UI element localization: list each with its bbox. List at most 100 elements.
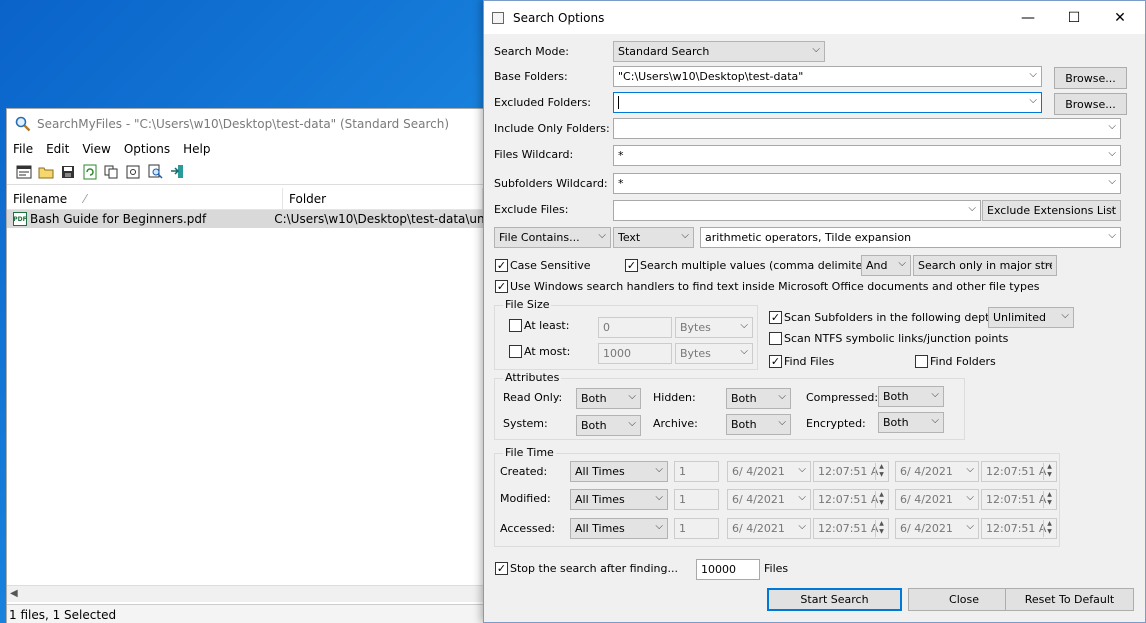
at-most-checkbox[interactable]: At most: bbox=[509, 345, 570, 358]
chevron-down-icon: ⌵ bbox=[798, 492, 806, 503]
chevron-down-icon: ⌵ bbox=[812, 44, 820, 55]
windows-handlers-checkbox[interactable]: ✓ Use Windows search handlers to find tex… bbox=[495, 280, 1040, 293]
properties-icon[interactable] bbox=[125, 164, 142, 180]
save-icon[interactable] bbox=[59, 164, 76, 180]
reset-default-button[interactable]: Reset To Default bbox=[1005, 588, 1134, 611]
at-least-checkbox[interactable]: At least: bbox=[509, 319, 569, 332]
accessed-date2-picker[interactable]: 6/ 4/2021 ⌵ bbox=[895, 518, 979, 539]
start-search-button[interactable]: Start Search bbox=[767, 588, 902, 611]
created-date1-picker[interactable]: 6/ 4/2021 ⌵ bbox=[727, 461, 811, 482]
encrypted-select[interactable]: Both ⌵ bbox=[878, 412, 944, 433]
modified-date1-picker[interactable]: 6/ 4/2021 ⌵ bbox=[727, 489, 811, 510]
chevron-down-icon: ⌵ bbox=[898, 258, 906, 269]
modified-time1-input[interactable]: 12:07:51 A ▲ ▼ bbox=[813, 489, 889, 510]
list-header: Filename ⁄ Folder bbox=[7, 188, 483, 210]
system-select[interactable]: Both ⌵ bbox=[576, 415, 641, 436]
close-button[interactable]: Close bbox=[908, 588, 1020, 611]
menu-options[interactable]: Options bbox=[124, 142, 170, 156]
created-mode-select[interactable]: All Times ⌵ bbox=[570, 461, 668, 482]
find-icon[interactable] bbox=[147, 164, 164, 180]
minimize-icon[interactable]: — bbox=[1005, 1, 1051, 34]
created-time2-input[interactable]: 12:07:51 A ▲ ▼ bbox=[981, 461, 1057, 482]
files-unit-label: Files bbox=[764, 562, 789, 575]
find-folders-checkbox[interactable]: Find Folders bbox=[915, 355, 996, 368]
read-only-select[interactable]: Both ⌵ bbox=[576, 388, 641, 409]
chevron-down-icon: ⌵ bbox=[598, 230, 606, 241]
column-folder[interactable]: Folder bbox=[283, 188, 483, 209]
hidden-select[interactable]: Both ⌵ bbox=[726, 388, 791, 409]
browse-excluded-button[interactable]: Browse... bbox=[1054, 93, 1127, 115]
at-most-input[interactable]: 1000 bbox=[598, 343, 672, 364]
column-filename[interactable]: Filename ⁄ bbox=[7, 188, 283, 209]
depth-select[interactable]: Unlimited ⌵ bbox=[988, 307, 1074, 328]
archive-select[interactable]: Both ⌵ bbox=[726, 414, 791, 435]
case-sensitive-checkbox[interactable]: ✓ Case Sensitive bbox=[495, 259, 591, 272]
contains-text-input[interactable]: arithmetic operators, Tilde expansion ⌵ bbox=[700, 227, 1121, 248]
stop-after-input[interactable]: 10000 bbox=[696, 559, 760, 580]
chevron-down-icon: ⌵ bbox=[740, 320, 748, 331]
scan-subfolders-checkbox[interactable]: ✓ Scan Subfolders in the following depth: bbox=[769, 311, 1000, 324]
find-files-checkbox[interactable]: ✓ Find Files bbox=[769, 355, 834, 368]
subfolders-wildcard-input[interactable]: * ⌵ bbox=[613, 173, 1121, 194]
chevron-down-icon: ⌵ bbox=[1029, 95, 1037, 106]
exclude-extensions-select[interactable]: Exclude Extensions List ⌵ bbox=[982, 200, 1121, 221]
close-icon[interactable]: ✕ bbox=[1097, 1, 1143, 34]
search-options-icon[interactable] bbox=[15, 164, 32, 180]
system-label: System: bbox=[503, 417, 548, 430]
chevron-down-icon: ⌵ bbox=[1108, 176, 1116, 187]
horizontal-scrollbar[interactable]: ◀ bbox=[7, 585, 483, 602]
accessed-count-input[interactable]: 1 bbox=[674, 518, 719, 539]
copy-icon[interactable] bbox=[103, 164, 120, 180]
at-least-unit-select[interactable]: Bytes ⌵ bbox=[675, 317, 753, 338]
chevron-down-icon: ⌵ bbox=[1108, 121, 1116, 132]
exclude-files-input[interactable]: ⌵ bbox=[613, 200, 981, 221]
search-mode-select[interactable]: Standard Search ⌵ bbox=[613, 41, 825, 62]
accessed-time1-input[interactable]: 12:07:51 A ▲ ▼ bbox=[813, 518, 889, 539]
chevron-down-icon: ⌵ bbox=[966, 464, 974, 475]
files-wildcard-input[interactable]: * ⌵ bbox=[613, 145, 1121, 166]
sort-indicator-icon: ⁄ bbox=[83, 192, 86, 206]
file-contains-select[interactable]: File Contains... ⌵ bbox=[494, 227, 611, 248]
accessed-date1-picker[interactable]: 6/ 4/2021 ⌵ bbox=[727, 518, 811, 539]
contains-type-select[interactable]: Text ⌵ bbox=[613, 227, 694, 248]
include-only-folders-input[interactable]: ⌵ bbox=[613, 118, 1121, 139]
accessed-mode-select[interactable]: All Times ⌵ bbox=[570, 518, 668, 539]
created-time1-input[interactable]: 12:07:51 A ▲ ▼ bbox=[813, 461, 889, 482]
scan-ntfs-checkbox[interactable]: Scan NTFS symbolic links/junction points bbox=[769, 332, 1008, 345]
chevron-down-icon: ⌵ bbox=[655, 464, 663, 475]
accessed-time2-input[interactable]: 12:07:51 A ▲ ▼ bbox=[981, 518, 1057, 539]
scroll-left-icon[interactable]: ◀ bbox=[10, 588, 18, 599]
exit-icon[interactable] bbox=[169, 164, 186, 180]
modified-time2-input[interactable]: 12:07:51 A ▲ ▼ bbox=[981, 489, 1057, 510]
modified-count-input[interactable]: 1 bbox=[674, 489, 719, 510]
created-date2-picker[interactable]: 6/ 4/2021 ⌵ bbox=[895, 461, 979, 482]
dialog-window-icon bbox=[492, 11, 504, 24]
open-folder-icon[interactable] bbox=[37, 164, 54, 180]
at-least-input[interactable]: 0 bbox=[598, 317, 672, 338]
menu-edit[interactable]: Edit bbox=[46, 142, 69, 156]
chevron-down-icon: ⌵ bbox=[778, 417, 786, 428]
modified-date2-picker[interactable]: 6/ 4/2021 ⌵ bbox=[895, 489, 979, 510]
modified-mode-select[interactable]: All Times ⌵ bbox=[570, 489, 668, 510]
dialog-title: Search Options bbox=[513, 10, 605, 25]
refresh-icon[interactable] bbox=[81, 164, 98, 180]
multi-values-checkbox[interactable]: ✓ Search multiple values (comma delimited… bbox=[625, 259, 874, 272]
compressed-select[interactable]: Both ⌵ bbox=[878, 386, 944, 407]
excluded-folders-input[interactable]: ⌵ bbox=[613, 92, 1042, 113]
browse-base-button[interactable]: Browse... bbox=[1054, 67, 1127, 89]
base-folders-input[interactable]: "C:\Users\w10\Desktop\test-data" ⌵ bbox=[613, 66, 1042, 87]
chevron-down-icon: ⌵ bbox=[628, 418, 636, 429]
spinner-icon: ▲ ▼ bbox=[1043, 491, 1055, 508]
created-count-input[interactable]: 1 bbox=[674, 461, 719, 482]
menu-view[interactable]: View bbox=[82, 142, 110, 156]
chevron-down-icon: ⌵ bbox=[931, 389, 939, 400]
table-row[interactable]: PDF Bash Guide for Beginners.pdf C:\Users… bbox=[7, 210, 483, 228]
and-or-select[interactable]: And ⌵ bbox=[861, 255, 911, 276]
menu-help[interactable]: Help bbox=[183, 142, 210, 156]
menu-file[interactable]: File bbox=[13, 142, 33, 156]
stream-select[interactable]: Search only in major strea ⌵ bbox=[913, 255, 1057, 276]
at-most-unit-select[interactable]: Bytes ⌵ bbox=[675, 343, 753, 364]
maximize-icon[interactable]: ☐ bbox=[1051, 1, 1097, 34]
status-bar: 1 files, 1 Selected bbox=[7, 604, 483, 623]
stop-after-checkbox[interactable]: ✓ Stop the search after finding... bbox=[495, 562, 678, 575]
